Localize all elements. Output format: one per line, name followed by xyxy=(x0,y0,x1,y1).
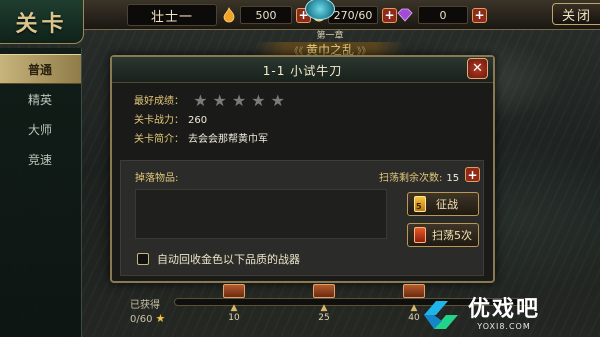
dialog-header: 1-1 小试牛刀 ✕ xyxy=(112,57,493,83)
power-row: 关卡战力： 260 xyxy=(134,111,207,126)
sweep-five-button[interactable]: 扫荡5次 xyxy=(407,223,479,247)
sweep-five-label: 扫荡5次 xyxy=(432,229,472,242)
watermark-logo-icon xyxy=(424,300,458,329)
top-bar: 壮士一 500 + 270/60 + 0 + 关闭 xyxy=(0,0,600,30)
sweep-icon xyxy=(414,227,426,243)
watermark: 优戏吧 YOXI8.COM xyxy=(420,292,600,337)
sweep-add-button[interactable]: + xyxy=(465,167,480,182)
chapter-banner: 第一章 黄巾之乱 xyxy=(255,28,405,58)
intro-row: 关卡简介： 去会会那帮黄巾军 xyxy=(134,130,268,145)
watermark-url: YOXI8.COM xyxy=(477,322,531,331)
obtained-value: 0/60 xyxy=(130,314,153,325)
stamina-value: 500 xyxy=(240,6,292,24)
sweep-label: 扫荡剩余次数: xyxy=(379,173,443,184)
auto-recycle-label: 自动回收金色以下品质的战器 xyxy=(157,253,300,266)
page-title: 关卡 xyxy=(0,0,84,44)
milestone-label: 25 xyxy=(318,313,330,323)
star-icon: ★ xyxy=(212,91,227,110)
close-button[interactable]: 关闭 xyxy=(552,3,600,25)
sweep-count: 扫荡剩余次数: 15 xyxy=(379,169,459,184)
milestone-marker: ▲ 10 xyxy=(222,303,246,324)
tab-elite[interactable]: 精英 xyxy=(0,84,81,114)
obtained-label: 已获得 xyxy=(130,300,160,311)
watermark-text: 优戏吧 xyxy=(468,297,541,322)
reward-chest-icon[interactable] xyxy=(223,284,245,298)
player-name: 壮士一 xyxy=(127,4,217,26)
milestone-label: 40 xyxy=(408,313,420,323)
tab-label: 大师 xyxy=(28,122,53,137)
star-icon: ★ xyxy=(270,91,285,110)
tab-label: 普通 xyxy=(28,62,53,77)
star-icon: ★ xyxy=(193,91,208,110)
best-score-label: 最好成绩： xyxy=(134,96,184,107)
drop-label: 掉落物品: xyxy=(135,173,179,184)
star-icon: ★ xyxy=(231,91,247,110)
drop-items-area xyxy=(135,189,387,239)
star-icon: ★ xyxy=(251,91,266,110)
milestone-marker: ▲ 25 xyxy=(312,303,336,324)
star-icon: ★ xyxy=(155,312,166,325)
gem-add-button[interactable]: + xyxy=(472,7,487,23)
stage-info: 最好成绩： ★ ★ ★ ★ ★ 关卡战力： 260 关卡简介： 去会会那帮黄巾军 xyxy=(122,88,482,160)
obtained-row: 0/60 ★ xyxy=(130,312,165,325)
energy-add-button[interactable]: + xyxy=(382,7,397,23)
best-score-row: 最好成绩： ★ ★ ★ ★ ★ xyxy=(134,91,285,110)
battle-button[interactable]: 征战 5 xyxy=(407,192,479,216)
tab-label: 竞速 xyxy=(28,152,53,167)
tab-speedrun[interactable]: 竞速 xyxy=(0,144,81,174)
intro-label: 关卡简介： xyxy=(134,134,184,145)
difficulty-tabs: 普通 精英 大师 竞速 xyxy=(0,48,82,337)
energy-value: 270/60 xyxy=(328,6,378,24)
flame-icon xyxy=(223,7,235,23)
gem-value: 0 xyxy=(418,6,468,24)
marker-arrow-icon: ▲ xyxy=(230,303,238,313)
stamina-resource: 500 + xyxy=(222,5,311,25)
intro-value: 去会会那帮黄巾军 xyxy=(188,134,268,145)
auto-recycle-checkbox[interactable] xyxy=(137,253,149,265)
gem-resource: 0 + xyxy=(396,5,487,25)
battle-cost-badge: 5 xyxy=(416,202,422,211)
tab-master[interactable]: 大师 xyxy=(0,114,81,144)
power-value: 260 xyxy=(188,115,208,126)
gem-icon xyxy=(397,8,413,22)
close-icon: ✕ xyxy=(472,61,483,76)
tab-normal[interactable]: 普通 xyxy=(0,54,81,84)
auto-recycle-option[interactable]: 自动回收金色以下品质的战器 xyxy=(137,251,300,267)
drop-panel: 掉落物品: 扫荡剩余次数: 15 + 征战 5 扫荡5次 自动回收金色以下品质的战… xyxy=(120,160,484,276)
marker-arrow-icon: ▲ xyxy=(320,303,328,313)
tab-label: 精英 xyxy=(28,92,53,107)
battle-label: 征战 xyxy=(436,198,458,211)
stage-dialog: 1-1 小试牛刀 ✕ 最好成绩： ★ ★ ★ ★ ★ 关卡战力： 260 关卡简介： 去会会… xyxy=(110,55,495,283)
sweep-value: 15 xyxy=(446,173,460,184)
dialog-close-button[interactable]: ✕ xyxy=(467,58,488,79)
chapter-number: 第一章 xyxy=(316,31,344,41)
reward-chest-icon[interactable] xyxy=(313,284,335,298)
milestone-label: 10 xyxy=(228,313,240,323)
stage-title: 1-1 小试牛刀 xyxy=(262,64,343,78)
star-rating: ★ ★ ★ ★ ★ xyxy=(193,91,285,110)
power-label: 关卡战力： xyxy=(134,115,184,126)
